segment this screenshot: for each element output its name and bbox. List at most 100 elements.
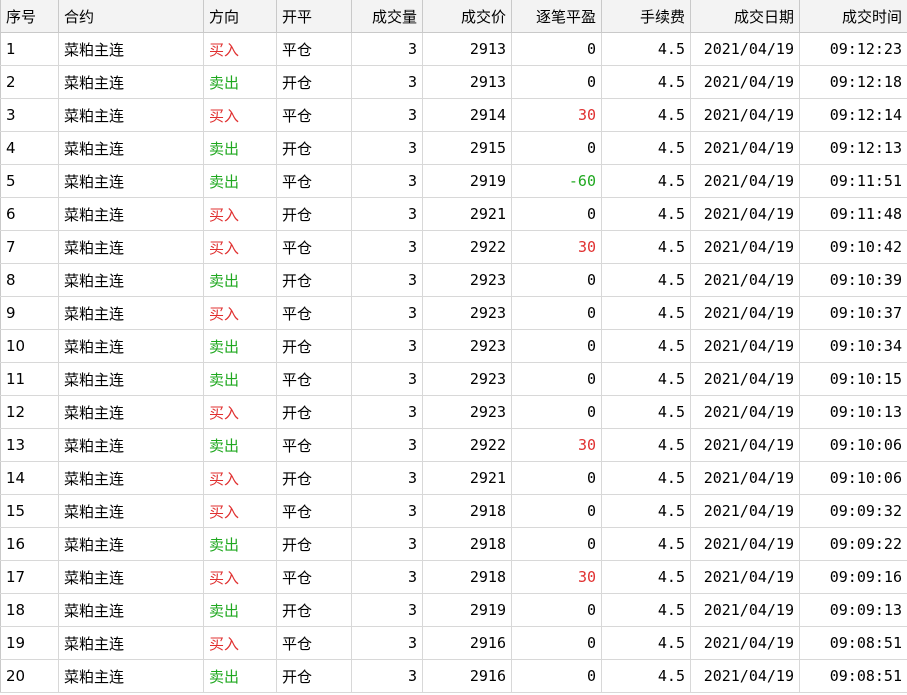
- table-row[interactable]: 1 菜粕主连 买入 平仓 3 2913 0 4.5 2021/04/19 09:12:23: [0, 32, 907, 66]
- cell-pnl: 30: [511, 98, 602, 132]
- cell-open-close: 平仓: [276, 428, 352, 462]
- cell-pnl: -60: [511, 164, 602, 198]
- cell-contract: 菜粕主连: [58, 230, 204, 264]
- col-header-time[interactable]: 成交时间: [799, 0, 907, 33]
- cell-date: 2021/04/19: [690, 65, 800, 99]
- cell-pnl: 0: [511, 659, 602, 693]
- cell-pnl: 0: [511, 395, 602, 429]
- table-row[interactable]: 6 菜粕主连 买入 开仓 3 2921 0 4.5 2021/04/19 09:11:48: [0, 197, 907, 231]
- cell-volume: 3: [351, 659, 423, 693]
- cell-date: 2021/04/19: [690, 197, 800, 231]
- cell-contract: 菜粕主连: [58, 131, 204, 165]
- cell-volume: 3: [351, 32, 423, 66]
- cell-direction: 卖出: [203, 428, 277, 462]
- cell-time: 09:08:51: [799, 626, 907, 660]
- table-row[interactable]: 8 菜粕主连 卖出 开仓 3 2923 0 4.5 2021/04/19 09:10:39: [0, 263, 907, 297]
- cell-seq: 1: [0, 32, 59, 66]
- table-row[interactable]: 14 菜粕主连 买入 开仓 3 2921 0 4.5 2021/04/19 09:10:06: [0, 461, 907, 495]
- cell-contract: 菜粕主连: [58, 626, 204, 660]
- table-row[interactable]: 18 菜粕主连 卖出 开仓 3 2919 0 4.5 2021/04/19 09:09:13: [0, 593, 907, 627]
- cell-date: 2021/04/19: [690, 131, 800, 165]
- col-header-direction[interactable]: 方向: [203, 0, 277, 33]
- cell-volume: 3: [351, 560, 423, 594]
- cell-direction: 买入: [203, 296, 277, 330]
- cell-price: 2922: [422, 230, 512, 264]
- table-row[interactable]: 5 菜粕主连 卖出 平仓 3 2919 -60 4.5 2021/04/19 09:11:51: [0, 164, 907, 198]
- table-row[interactable]: 12 菜粕主连 买入 开仓 3 2923 0 4.5 2021/04/19 09:10:13: [0, 395, 907, 429]
- col-header-seq[interactable]: 序号: [0, 0, 59, 33]
- table-row[interactable]: 9 菜粕主连 买入 平仓 3 2923 0 4.5 2021/04/19 09:10:37: [0, 296, 907, 330]
- col-header-pnl[interactable]: 逐笔平盈: [511, 0, 602, 33]
- cell-contract: 菜粕主连: [58, 659, 204, 693]
- cell-contract: 菜粕主连: [58, 329, 204, 363]
- cell-seq: 13: [0, 428, 59, 462]
- cell-seq: 18: [0, 593, 59, 627]
- table-row[interactable]: 10 菜粕主连 卖出 开仓 3 2923 0 4.5 2021/04/19 09:10:34: [0, 329, 907, 363]
- table-row[interactable]: 16 菜粕主连 卖出 开仓 3 2918 0 4.5 2021/04/19 09:09:22: [0, 527, 907, 561]
- table-row[interactable]: 20 菜粕主连 卖出 开仓 3 2916 0 4.5 2021/04/19 09:08:51: [0, 659, 907, 693]
- cell-pnl: 30: [511, 230, 602, 264]
- col-header-fee[interactable]: 手续费: [601, 0, 691, 33]
- cell-fee: 4.5: [601, 527, 691, 561]
- cell-volume: 3: [351, 461, 423, 495]
- cell-fee: 4.5: [601, 164, 691, 198]
- cell-pnl: 0: [511, 626, 602, 660]
- table-row[interactable]: 7 菜粕主连 买入 平仓 3 2922 30 4.5 2021/04/19 09:10:42: [0, 230, 907, 264]
- trade-records-table: 序号 合约 方向 开平 成交量 成交价 逐笔平盈 手续费 成交日期 成交时间 1…: [0, 0, 907, 693]
- cell-date: 2021/04/19: [690, 626, 800, 660]
- cell-price: 2919: [422, 164, 512, 198]
- cell-time: 09:10:13: [799, 395, 907, 429]
- cell-open-close: 开仓: [276, 527, 352, 561]
- cell-open-close: 开仓: [276, 659, 352, 693]
- cell-price: 2921: [422, 461, 512, 495]
- cell-date: 2021/04/19: [690, 560, 800, 594]
- cell-direction: 买入: [203, 32, 277, 66]
- cell-seq: 4: [0, 131, 59, 165]
- cell-time: 09:10:39: [799, 263, 907, 297]
- table-row[interactable]: 3 菜粕主连 买入 平仓 3 2914 30 4.5 2021/04/19 09:12:14: [0, 98, 907, 132]
- cell-volume: 3: [351, 65, 423, 99]
- col-header-open-close[interactable]: 开平: [276, 0, 352, 33]
- cell-pnl: 0: [511, 593, 602, 627]
- table-row[interactable]: 11 菜粕主连 卖出 平仓 3 2923 0 4.5 2021/04/19 09:10:15: [0, 362, 907, 396]
- cell-date: 2021/04/19: [690, 98, 800, 132]
- table-row[interactable]: 15 菜粕主连 买入 平仓 3 2918 0 4.5 2021/04/19 09:09:32: [0, 494, 907, 528]
- table-row[interactable]: 17 菜粕主连 买入 平仓 3 2918 30 4.5 2021/04/19 09:09:16: [0, 560, 907, 594]
- col-header-contract[interactable]: 合约: [58, 0, 204, 33]
- cell-date: 2021/04/19: [690, 32, 800, 66]
- cell-fee: 4.5: [601, 362, 691, 396]
- cell-date: 2021/04/19: [690, 362, 800, 396]
- cell-fee: 4.5: [601, 560, 691, 594]
- cell-time: 09:10:15: [799, 362, 907, 396]
- cell-contract: 菜粕主连: [58, 395, 204, 429]
- cell-price: 2913: [422, 65, 512, 99]
- cell-volume: 3: [351, 98, 423, 132]
- col-header-date[interactable]: 成交日期: [690, 0, 800, 33]
- col-header-price[interactable]: 成交价: [422, 0, 512, 33]
- cell-open-close: 平仓: [276, 494, 352, 528]
- cell-contract: 菜粕主连: [58, 164, 204, 198]
- cell-seq: 5: [0, 164, 59, 198]
- col-header-volume[interactable]: 成交量: [351, 0, 423, 33]
- cell-pnl: 0: [511, 65, 602, 99]
- cell-contract: 菜粕主连: [58, 296, 204, 330]
- table-row[interactable]: 4 菜粕主连 卖出 开仓 3 2915 0 4.5 2021/04/19 09:12:13: [0, 131, 907, 165]
- table-row[interactable]: 13 菜粕主连 卖出 平仓 3 2922 30 4.5 2021/04/19 09:10:06: [0, 428, 907, 462]
- cell-fee: 4.5: [601, 197, 691, 231]
- cell-seq: 8: [0, 263, 59, 297]
- cell-direction: 卖出: [203, 362, 277, 396]
- cell-contract: 菜粕主连: [58, 98, 204, 132]
- cell-contract: 菜粕主连: [58, 461, 204, 495]
- cell-pnl: 0: [511, 263, 602, 297]
- cell-direction: 卖出: [203, 593, 277, 627]
- cell-time: 09:12:13: [799, 131, 907, 165]
- table-row[interactable]: 19 菜粕主连 买入 平仓 3 2916 0 4.5 2021/04/19 09:08:51: [0, 626, 907, 660]
- cell-volume: 3: [351, 593, 423, 627]
- cell-open-close: 开仓: [276, 263, 352, 297]
- cell-time: 09:10:42: [799, 230, 907, 264]
- cell-price: 2913: [422, 32, 512, 66]
- table-row[interactable]: 2 菜粕主连 卖出 开仓 3 2913 0 4.5 2021/04/19 09:12:18: [0, 65, 907, 99]
- cell-price: 2915: [422, 131, 512, 165]
- cell-direction: 卖出: [203, 329, 277, 363]
- cell-price: 2916: [422, 626, 512, 660]
